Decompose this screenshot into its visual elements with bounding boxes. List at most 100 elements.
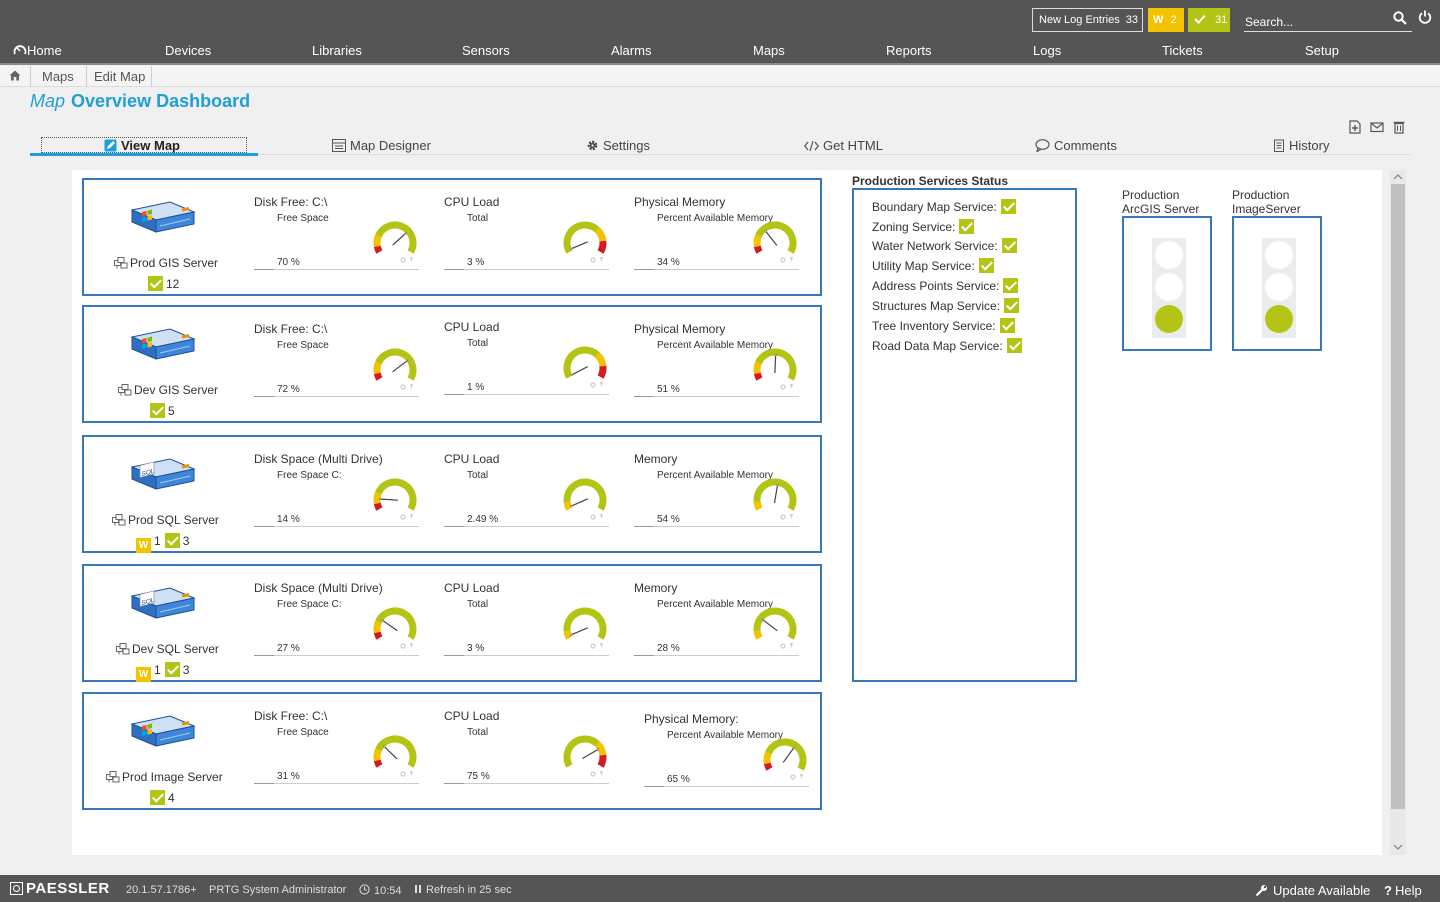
new-log-entries-button[interactable]: New Log Entries 33 bbox=[1032, 8, 1143, 32]
nav-tickets[interactable]: Tickets bbox=[1162, 43, 1203, 58]
nav-sensors[interactable]: Sensors bbox=[462, 43, 510, 58]
service-status-row[interactable]: Water Network Service: bbox=[872, 238, 1017, 253]
sensor-gauge[interactable]: CPU Load Total 2.49 % bbox=[444, 452, 614, 552]
service-status-row[interactable]: Boundary Map Service: bbox=[872, 199, 1016, 214]
server-name[interactable]: Dev GIS Server bbox=[118, 383, 218, 397]
sensor-title: Physical Memory bbox=[634, 195, 726, 209]
sensor-gauge[interactable]: Disk Space (Multi Drive) Free Space C: 14 … bbox=[254, 452, 424, 552]
search-input[interactable] bbox=[1244, 8, 1412, 32]
server-status-counts[interactable]: W1 3 bbox=[136, 662, 193, 682]
value-underline bbox=[644, 786, 809, 787]
server-icon[interactable] bbox=[130, 714, 196, 748]
sensor-gauge[interactable]: CPU Load Total 3 % bbox=[444, 581, 614, 681]
tab-map-designer[interactable]: Map Designer bbox=[332, 138, 431, 153]
service-status-row[interactable]: Zoning Service: bbox=[872, 219, 975, 234]
home-icon[interactable] bbox=[9, 70, 21, 81]
tab-get-html[interactable]: Get HTML bbox=[803, 138, 883, 153]
server-name-label: Prod SQL Server bbox=[128, 513, 219, 527]
service-status-row[interactable]: Address Points Service: bbox=[872, 278, 1019, 293]
gauge-dial bbox=[373, 607, 417, 649]
service-status-row[interactable]: Road Data Map Service: bbox=[872, 338, 1022, 353]
server-name[interactable]: Dev SQL Server bbox=[116, 642, 219, 656]
server-icon[interactable] bbox=[130, 327, 196, 361]
search-icon[interactable] bbox=[1393, 11, 1407, 25]
update-available-link[interactable]: Update Available bbox=[1255, 883, 1370, 898]
sensor-gauge[interactable]: Physical Memory Percent Available Memory 3… bbox=[634, 195, 804, 295]
channel-value: 34 % bbox=[657, 257, 680, 268]
sensor-gauge[interactable]: Disk Space (Multi Drive) Free Space C: 27 … bbox=[254, 581, 424, 681]
server-status-counts[interactable]: 5 bbox=[150, 403, 179, 418]
nav-setup[interactable]: Setup bbox=[1305, 43, 1339, 58]
nav-reports[interactable]: Reports bbox=[886, 43, 932, 58]
nav-logs[interactable]: Logs bbox=[1033, 43, 1061, 58]
gauge-pin-mark bbox=[600, 643, 603, 648]
clock: 10:54 bbox=[359, 884, 402, 897]
traffic-light-box[interactable] bbox=[1122, 216, 1212, 351]
nav-libraries[interactable]: Libraries bbox=[312, 43, 362, 58]
tab-settings[interactable]: Settings bbox=[586, 138, 650, 153]
gauge-dial bbox=[763, 738, 807, 780]
sensor-gauge[interactable]: Memory Percent Available Memory 54 % bbox=[634, 452, 804, 552]
server-name[interactable]: Prod Image Server bbox=[106, 770, 223, 784]
server-status-counts[interactable]: 4 bbox=[150, 790, 179, 805]
ok-sensors-badge[interactable]: 31 bbox=[1188, 8, 1230, 32]
service-status-row[interactable]: Tree Inventory Service: bbox=[872, 318, 1015, 333]
tab-comments[interactable]: Comments bbox=[1035, 138, 1117, 153]
service-status-row[interactable]: Structures Map Service: bbox=[872, 298, 1020, 313]
tab-history[interactable]: History bbox=[1273, 138, 1329, 153]
warning-alarms-badge[interactable]: W 2 bbox=[1148, 8, 1184, 32]
user-name[interactable]: PRTG System Administrator bbox=[209, 884, 346, 896]
breadcrumb-edit-map[interactable]: Edit Map bbox=[94, 69, 145, 84]
server-box[interactable]: Prod Image Server 4 Disk Free: C:\ Free Spa… bbox=[82, 692, 822, 810]
help-link[interactable]: ? Help bbox=[1384, 883, 1422, 898]
refresh-status[interactable]: Refresh in 25 sec bbox=[414, 884, 512, 896]
server-name[interactable]: Prod SQL Server bbox=[112, 513, 219, 527]
breadcrumb-maps[interactable]: Maps bbox=[42, 69, 74, 84]
nav-maps[interactable]: Maps bbox=[753, 43, 785, 58]
server-status-counts[interactable]: W1 3 bbox=[136, 533, 193, 553]
device-group-icon bbox=[114, 257, 128, 269]
service-name: Water Network Service: bbox=[872, 239, 998, 253]
power-icon[interactable] bbox=[1418, 10, 1432, 24]
nav-devices[interactable]: Devices bbox=[165, 43, 211, 58]
sensor-gauge[interactable]: Disk Free: C:\ Free Space 72 % bbox=[254, 322, 424, 422]
sensor-title: Disk Free: C:\ bbox=[254, 195, 328, 209]
scroll-down-icon[interactable] bbox=[1393, 842, 1403, 852]
server-box[interactable]: SQL Dev SQL Server W 1 3 Disk Space (Multi Dr… bbox=[82, 564, 822, 682]
server-box[interactable]: Prod GIS Server 12 Disk Free: C:\ Free Spac… bbox=[82, 178, 822, 296]
sensor-gauge[interactable]: Disk Free: C:\ Free Space 70 % bbox=[254, 195, 424, 295]
nav-home[interactable]: Home bbox=[13, 43, 62, 58]
sensor-gauge[interactable]: Physical Memory: Percent Available Memory… bbox=[644, 712, 814, 812]
nav-alarms[interactable]: Alarms bbox=[611, 43, 651, 58]
refresh-text: Refresh in 25 sec bbox=[426, 884, 512, 896]
gauge-settings-mark bbox=[780, 643, 786, 649]
code-icon bbox=[803, 140, 820, 152]
server-icon[interactable]: SQL bbox=[130, 586, 196, 620]
service-name: Road Data Map Service: bbox=[872, 339, 1003, 353]
server-name-label: Prod Image Server bbox=[122, 770, 223, 784]
sensor-gauge[interactable]: Physical Memory Percent Available Memory 5… bbox=[634, 322, 804, 422]
service-name: Utility Map Service: bbox=[872, 259, 975, 273]
server-status-counts[interactable]: 12 bbox=[148, 276, 183, 291]
traffic-light-lamp-green bbox=[1155, 305, 1183, 333]
server-icon[interactable]: SQL bbox=[130, 457, 196, 491]
value-underline bbox=[634, 526, 799, 527]
channel-value: 27 % bbox=[277, 643, 300, 654]
clock-icon bbox=[359, 884, 370, 895]
sensor-gauge[interactable]: CPU Load Total 3 % bbox=[444, 195, 614, 295]
server-icon[interactable] bbox=[130, 200, 196, 234]
server-name[interactable]: Prod GIS Server bbox=[114, 256, 218, 270]
scrollbar-thumb[interactable] bbox=[1391, 184, 1405, 809]
scroll-up-icon[interactable] bbox=[1393, 172, 1403, 182]
server-box[interactable]: SQL Prod SQL Server W 1 3 Disk Space (Multi D… bbox=[82, 435, 822, 553]
gauge-settings-mark bbox=[590, 382, 596, 388]
sensor-gauge[interactable]: Disk Free: C:\ Free Space 31 % bbox=[254, 709, 424, 809]
sensor-gauge[interactable]: CPU Load Total 1 % bbox=[444, 320, 614, 420]
sensor-gauge[interactable]: CPU Load Total 75 % bbox=[444, 709, 614, 809]
traffic-light-box[interactable] bbox=[1232, 216, 1322, 351]
server-box[interactable]: Dev GIS Server 5 Disk Free: C:\ Free Space 7… bbox=[82, 305, 822, 423]
comment-icon bbox=[1035, 139, 1050, 153]
service-status-row[interactable]: Utility Map Service: bbox=[872, 258, 994, 273]
sensor-gauge[interactable]: Memory Percent Available Memory 28 % bbox=[634, 581, 804, 681]
gauge-needle bbox=[571, 366, 588, 376]
